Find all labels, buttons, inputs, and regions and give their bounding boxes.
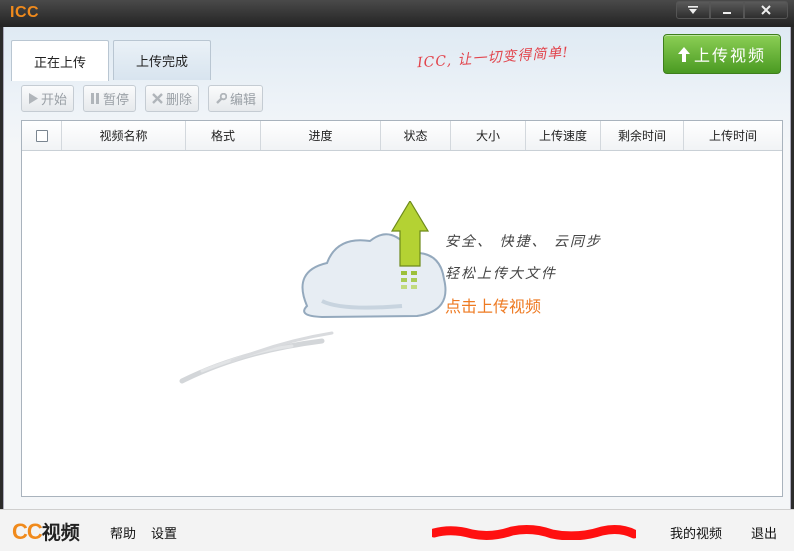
redaction-mark (432, 525, 636, 540)
empty-state: 安全、 快捷、 云同步 轻松上传大文件 点击上传视频 (22, 151, 782, 496)
col-progress[interactable]: 进度 (261, 121, 381, 150)
col-format[interactable]: 格式 (186, 121, 261, 150)
table-header: 视频名称 格式 进度 状态 大小 上传速度 剩余时间 上传时间 (22, 121, 782, 151)
brand-cc: CC (12, 519, 43, 544)
col-size[interactable]: 大小 (451, 121, 526, 150)
upload-table: 视频名称 格式 进度 状态 大小 上传速度 剩余时间 上传时间 安全、 快捷、 … (21, 120, 783, 497)
click-to-upload-link[interactable]: 点击上传视频 (445, 293, 541, 317)
up-arrow-icon (677, 46, 690, 62)
main-panel: 正在上传 上传完成 ICC, 让一切变得简单! 上传视频 开始 暂停 删除 编辑… (3, 27, 791, 509)
help-link[interactable]: 帮助 (110, 523, 136, 542)
logout-link[interactable]: 退出 (751, 523, 777, 542)
my-videos-link[interactable]: 我的视频 (670, 523, 722, 542)
slogan-line-2: 轻松上传大文件 (445, 266, 557, 282)
tagline: ICC, 让一切变得简单! (416, 44, 570, 72)
tab-uploading[interactable]: 正在上传 (11, 40, 109, 81)
col-time-remaining[interactable]: 剩余时间 (601, 121, 684, 150)
start-button[interactable]: 开始 (21, 85, 75, 112)
dropdown-icon (688, 6, 698, 14)
bottom-bar: CC视频 帮助 设置 我的视频 退出 (0, 509, 794, 551)
close-button[interactable] (744, 1, 788, 19)
pause-icon (91, 93, 100, 104)
app-title: ICC (10, 4, 40, 21)
wrench-icon (216, 92, 228, 104)
col-upload-speed[interactable]: 上传速度 (526, 121, 601, 150)
menu-dropdown-button[interactable] (676, 1, 710, 19)
upload-video-button[interactable]: 上传视频 (663, 34, 781, 74)
toolbar: 开始 暂停 删除 编辑 (21, 85, 264, 112)
col-upload-time[interactable]: 上传时间 (684, 121, 782, 150)
select-all-checkbox[interactable] (35, 129, 48, 142)
settings-link[interactable]: 设置 (151, 523, 177, 542)
play-icon (29, 93, 38, 104)
delete-button[interactable]: 删除 (145, 85, 200, 112)
start-label: 开始 (41, 93, 68, 108)
tab-upload-complete[interactable]: 上传完成 (113, 40, 211, 80)
minimize-button[interactable] (710, 1, 744, 19)
window-controls (676, 1, 788, 19)
slogan-line-1: 安全、 快捷、 云同步 (445, 234, 602, 250)
brand-logo: CC视频 (12, 518, 80, 545)
delete-icon (152, 93, 163, 104)
minimize-icon (723, 12, 731, 14)
brand-video: 视频 (41, 523, 80, 544)
pause-button[interactable]: 暂停 (83, 85, 137, 112)
edit-label: 编辑 (230, 93, 257, 108)
close-icon (761, 5, 771, 15)
edit-button[interactable]: 编辑 (208, 85, 264, 112)
upload-video-label: 上传视频 (693, 46, 766, 65)
select-all-cell (22, 121, 62, 150)
col-video-name[interactable]: 视频名称 (62, 121, 186, 150)
col-status[interactable]: 状态 (381, 121, 451, 150)
delete-label: 删除 (166, 93, 193, 108)
pause-label: 暂停 (103, 93, 130, 108)
title-bar: ICC (0, 0, 794, 27)
